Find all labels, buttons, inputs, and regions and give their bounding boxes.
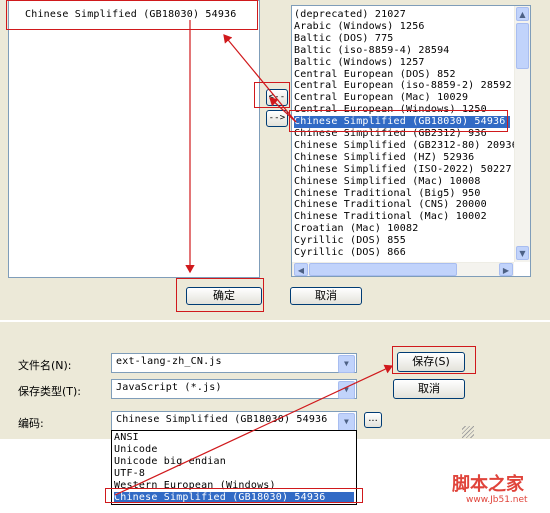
arrow-to-add — [269, 97, 297, 123]
arrow-to-selected — [223, 34, 297, 123]
annotation-arrows — [114, 20, 394, 496]
arrow-to-save — [114, 364, 394, 496]
